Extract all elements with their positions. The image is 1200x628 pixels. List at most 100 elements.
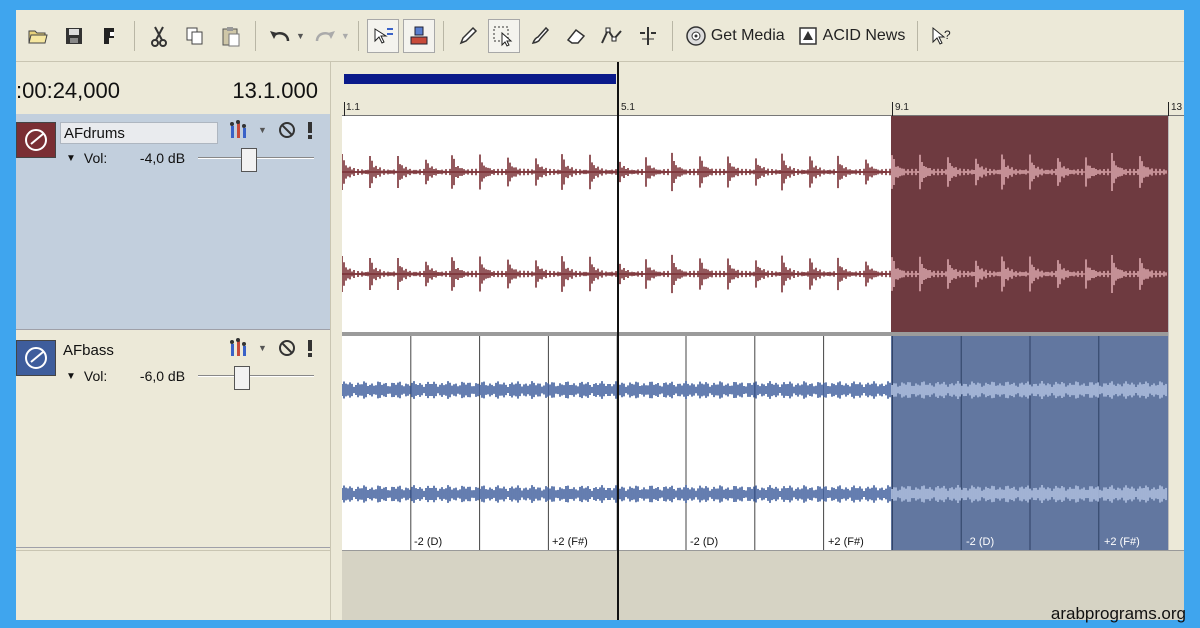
copy-icon <box>186 27 203 44</box>
track-list-empty-area <box>16 550 330 620</box>
volume-row: ▼ Vol: -4,0 dB <box>66 148 314 172</box>
expand-arrow-icon[interactable]: ▼ <box>66 371 76 382</box>
timeline-area[interactable]: 1.1 5.1 9.1 13 -2 (D) +2 (F#) -2 (D) +2 … <box>342 62 1184 620</box>
undo-dropdown-icon[interactable]: ▼ <box>296 31 305 41</box>
select-tool-button[interactable] <box>487 18 520 53</box>
acid-news-label: ACID News <box>822 26 906 44</box>
snap-icon <box>410 26 428 44</box>
paste-button[interactable] <box>215 19 247 53</box>
get-media-label: Get Media <box>710 26 785 44</box>
track-type-icon <box>16 122 56 158</box>
ruler-marker: 13 <box>1171 102 1183 113</box>
help-button[interactable]: ? <box>926 19 958 53</box>
beat-ruler[interactable]: 1.1 5.1 9.1 13 <box>342 62 1184 116</box>
save-icon <box>66 27 82 44</box>
draw-tool-button[interactable] <box>452 19 484 53</box>
cut-button[interactable] <box>143 19 175 53</box>
track-name-field[interactable]: AFbass <box>60 340 218 362</box>
acid-app-window: ▼ ▼ Get Media ACID News ?:00:24,000 13.… <box>16 10 1184 620</box>
open-icon <box>28 30 48 43</box>
svg-text:?: ? <box>944 28 951 42</box>
volume-slider[interactable] <box>197 148 314 172</box>
pitch-shift-label: +2 (F#) <box>828 536 864 548</box>
undo-button[interactable] <box>264 19 296 53</box>
track-header-drums[interactable]: AFdrums ▼ ▼ Vol: -4,0 dB <box>16 114 330 330</box>
slider-thumb[interactable] <box>233 366 250 390</box>
fx-dropdown-icon[interactable]: ▼ <box>258 125 267 135</box>
snap-button[interactable] <box>402 18 435 53</box>
pitch-shift-label: -2 (D) <box>966 536 995 548</box>
toolbar-separator <box>255 20 256 51</box>
ruler-tick <box>892 102 893 116</box>
get-media-button[interactable]: Get Media <box>679 25 791 47</box>
pitch-shift-label: +2 (F#) <box>1104 536 1140 548</box>
slider-rail <box>197 375 314 377</box>
drums-event-lane[interactable] <box>342 116 1168 332</box>
volume-label: Vol: <box>83 368 108 384</box>
solo-icon[interactable] <box>305 120 315 140</box>
fx-icon[interactable] <box>228 338 252 358</box>
volume-row: ▼ Vol: -6,0 dB <box>66 366 314 390</box>
ruler-tick <box>344 102 345 116</box>
pitch-shift-label: -2 (D) <box>414 536 443 548</box>
cut-icon <box>151 26 167 47</box>
paint-tool-button[interactable] <box>524 19 556 53</box>
timecode-readout: :00:24,000 <box>16 78 120 103</box>
fx-icon[interactable] <box>228 120 252 140</box>
track-tools: ▼ <box>228 338 315 358</box>
track-name-field[interactable]: AFdrums <box>60 122 218 144</box>
envelope-tool-icon <box>600 27 622 43</box>
track-header-bass[interactable]: AFbass ▼ ▼ Vol: -6,0 dB <box>16 332 330 548</box>
volume-label: Vol: <box>83 150 108 166</box>
get-media-icon <box>686 25 706 46</box>
help-icon: ? <box>932 26 951 45</box>
draw-tool-icon <box>459 26 477 44</box>
paint-tool-icon <box>531 26 549 44</box>
playhead-cursor[interactable] <box>617 62 619 620</box>
properties-icon <box>104 27 114 44</box>
paste-icon <box>222 26 240 46</box>
redo-icon <box>315 30 335 41</box>
time-display: :00:24,000 13.1.000 <box>16 66 330 116</box>
bass-event-lane[interactable]: -2 (D) +2 (F#) -2 (D) +2 (F#) -2 (D) +2 … <box>342 336 1168 550</box>
ruler-marker: 1.1 <box>346 102 360 113</box>
mute-icon[interactable] <box>277 120 297 140</box>
save-button[interactable] <box>58 19 90 53</box>
split-tool-icon <box>639 26 656 45</box>
redo-button[interactable] <box>309 19 341 53</box>
redo-dropdown-icon[interactable]: ▼ <box>341 31 350 41</box>
panel-splitter[interactable] <box>330 62 342 620</box>
acid-news-button[interactable]: ACID News <box>791 25 912 47</box>
acid-news-icon <box>798 26 817 45</box>
toolbar-separator <box>357 20 359 51</box>
volume-value: -6,0 dB <box>139 368 186 384</box>
properties-button[interactable] <box>94 19 126 53</box>
slider-thumb[interactable] <box>240 148 257 172</box>
ruler-tick <box>1168 102 1169 116</box>
auto-scroll-button[interactable] <box>366 18 399 53</box>
site-watermark: arabprograms.org <box>1050 604 1186 623</box>
toolbar-separator <box>442 20 444 51</box>
open-button[interactable] <box>22 19 54 53</box>
auto-scroll-icon <box>374 27 393 44</box>
fx-dropdown-icon[interactable]: ▼ <box>258 343 267 353</box>
toolbar-separator <box>134 20 135 51</box>
erase-tool-button[interactable] <box>560 19 592 53</box>
vertical-scrollbar[interactable] <box>1168 116 1184 550</box>
envelope-tool-button[interactable] <box>596 19 628 53</box>
loop-region-bar[interactable] <box>344 74 616 84</box>
toolbar-separator <box>917 20 919 51</box>
drums-waveform <box>342 152 1168 294</box>
volume-slider[interactable] <box>197 366 314 390</box>
expand-arrow-icon[interactable]: ▼ <box>66 153 76 164</box>
solo-icon[interactable] <box>305 338 315 358</box>
pitch-shift-label: -2 (D) <box>690 536 719 548</box>
pitch-shift-label: +2 (F#) <box>552 536 588 548</box>
copy-button[interactable] <box>179 19 211 53</box>
track-type-icon <box>16 340 56 376</box>
ruler-marker: 5.1 <box>621 102 635 113</box>
ruler-marker: 9.1 <box>895 102 909 113</box>
split-tool-button[interactable] <box>632 19 664 53</box>
mute-icon[interactable] <box>277 338 297 358</box>
track-tools: ▼ <box>228 120 315 140</box>
